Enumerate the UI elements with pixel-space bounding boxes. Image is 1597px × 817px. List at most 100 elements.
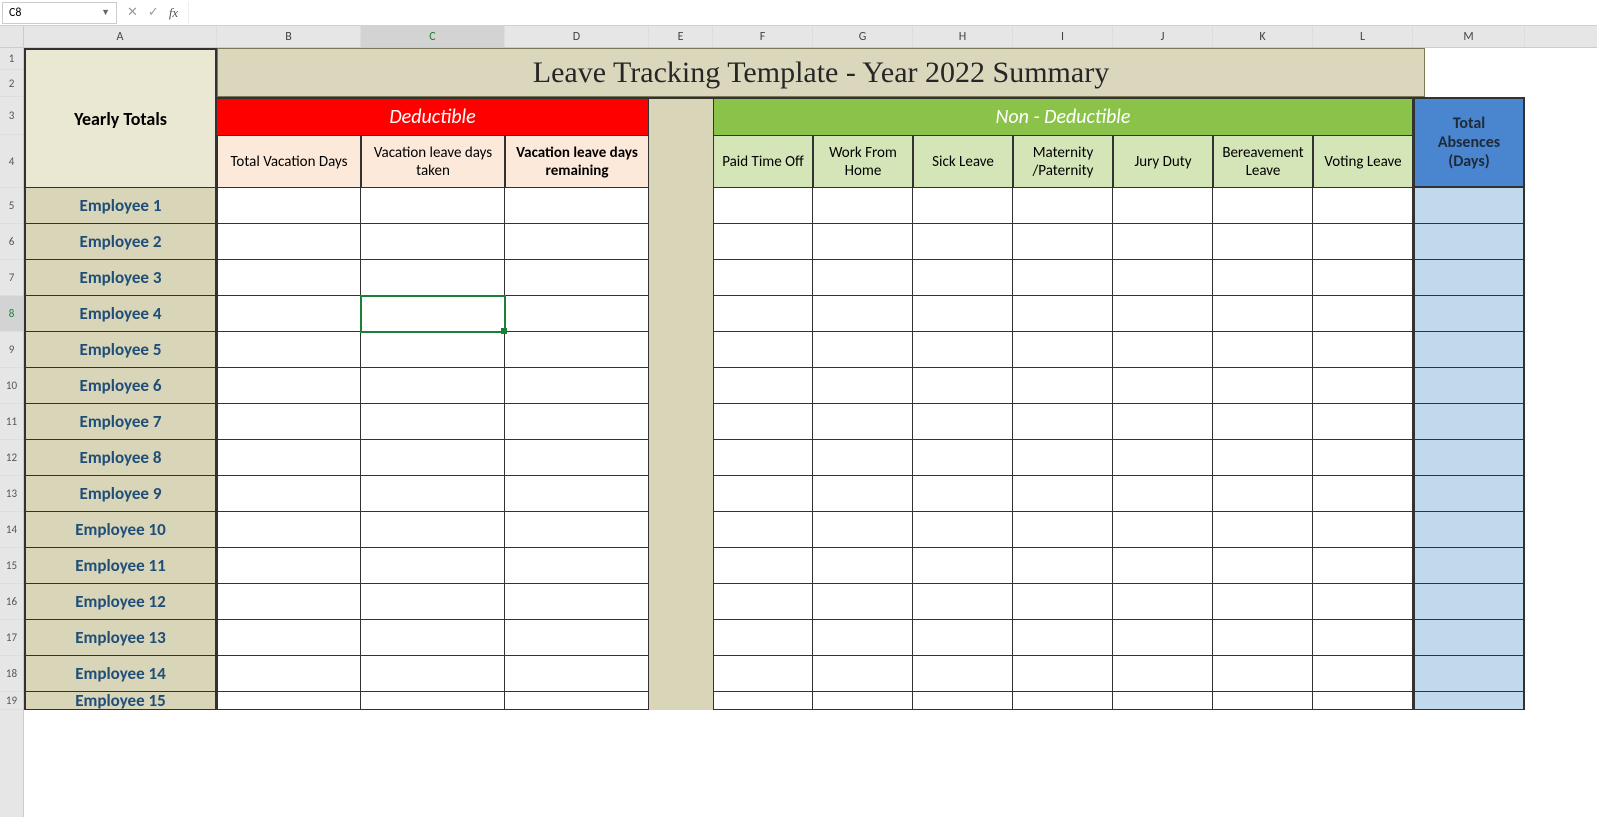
- cell[interactable]: [1113, 404, 1213, 440]
- fx-icon[interactable]: fx: [169, 5, 178, 21]
- cell[interactable]: [1213, 692, 1313, 710]
- total-cell[interactable]: [1413, 440, 1525, 476]
- employee-label[interactable]: Employee 4: [24, 296, 217, 332]
- cell[interactable]: [505, 332, 649, 368]
- row-header[interactable]: 14: [0, 512, 23, 548]
- cell[interactable]: [1013, 512, 1113, 548]
- cell[interactable]: [505, 512, 649, 548]
- total-cell[interactable]: [1413, 548, 1525, 584]
- employee-label[interactable]: Employee 7: [24, 404, 217, 440]
- total-cell[interactable]: [1413, 224, 1525, 260]
- cell[interactable]: [505, 260, 649, 296]
- cell[interactable]: [1313, 224, 1413, 260]
- cell[interactable]: [217, 656, 361, 692]
- cell[interactable]: [813, 188, 913, 224]
- cell[interactable]: [361, 440, 505, 476]
- cell[interactable]: [217, 548, 361, 584]
- cell[interactable]: [361, 296, 505, 332]
- cell[interactable]: [217, 332, 361, 368]
- cell[interactable]: [1313, 368, 1413, 404]
- employee-label[interactable]: Employee 3: [24, 260, 217, 296]
- cell[interactable]: [505, 476, 649, 512]
- col-header[interactable]: C: [361, 26, 505, 47]
- cell[interactable]: [713, 224, 813, 260]
- select-all-corner[interactable]: [0, 26, 23, 48]
- cell[interactable]: [361, 476, 505, 512]
- cell[interactable]: [361, 656, 505, 692]
- cell[interactable]: [813, 332, 913, 368]
- cell[interactable]: [1113, 332, 1213, 368]
- cell[interactable]: [1013, 368, 1113, 404]
- cell[interactable]: [1013, 656, 1113, 692]
- row-header[interactable]: 11: [0, 404, 23, 440]
- cell[interactable]: [1013, 620, 1113, 656]
- cell[interactable]: [1213, 404, 1313, 440]
- check-icon[interactable]: ✓: [148, 5, 159, 20]
- col-sick-leave[interactable]: Sick Leave: [913, 135, 1013, 188]
- employee-label[interactable]: Employee 5: [24, 332, 217, 368]
- cell[interactable]: [813, 368, 913, 404]
- col-jury-duty[interactable]: Jury Duty: [1113, 135, 1213, 188]
- total-cell[interactable]: [1413, 260, 1525, 296]
- cell[interactable]: [713, 332, 813, 368]
- cell[interactable]: [361, 404, 505, 440]
- cell[interactable]: [1113, 296, 1213, 332]
- total-cell[interactable]: [1413, 404, 1525, 440]
- cell[interactable]: [713, 440, 813, 476]
- cell[interactable]: [713, 404, 813, 440]
- row-header[interactable]: 13: [0, 476, 23, 512]
- chevron-down-icon[interactable]: ▼: [101, 7, 110, 18]
- cell[interactable]: [913, 332, 1013, 368]
- cell[interactable]: [505, 368, 649, 404]
- row-header[interactable]: 9: [0, 332, 23, 368]
- cell[interactable]: [813, 404, 913, 440]
- col-work-from-home[interactable]: Work From Home: [813, 135, 913, 188]
- cell[interactable]: [813, 692, 913, 710]
- row-header[interactable]: 2: [0, 70, 23, 97]
- row-header[interactable]: 18: [0, 656, 23, 692]
- cell[interactable]: [913, 188, 1013, 224]
- cell[interactable]: [1313, 584, 1413, 620]
- cell[interactable]: [505, 692, 649, 710]
- cell[interactable]: [505, 296, 649, 332]
- cell[interactable]: [1213, 260, 1313, 296]
- cell[interactable]: [505, 620, 649, 656]
- row-header[interactable]: 10: [0, 368, 23, 404]
- employee-label[interactable]: Employee 15: [24, 692, 217, 710]
- cell[interactable]: [913, 440, 1013, 476]
- row-header[interactable]: 19: [0, 692, 23, 710]
- cell[interactable]: [1213, 476, 1313, 512]
- cell[interactable]: [1213, 656, 1313, 692]
- cell[interactable]: [361, 224, 505, 260]
- cell[interactable]: [713, 584, 813, 620]
- page-title[interactable]: Leave Tracking Template - Year 2022 Summ…: [217, 48, 1425, 97]
- cell[interactable]: [1213, 368, 1313, 404]
- cell[interactable]: [1013, 188, 1113, 224]
- non-deductible-header[interactable]: Non - Deductible: [713, 97, 1413, 135]
- employee-label[interactable]: Employee 11: [24, 548, 217, 584]
- col-header[interactable]: B: [217, 26, 361, 47]
- cell[interactable]: [217, 440, 361, 476]
- col-vacation-days-taken[interactable]: Vacation leave days taken: [361, 135, 505, 188]
- cell[interactable]: [1313, 440, 1413, 476]
- cell[interactable]: [217, 692, 361, 710]
- total-cell[interactable]: [1413, 332, 1525, 368]
- cell[interactable]: [505, 224, 649, 260]
- total-cell[interactable]: [1413, 368, 1525, 404]
- cell[interactable]: [217, 404, 361, 440]
- cell[interactable]: [505, 584, 649, 620]
- col-header[interactable]: M: [1413, 26, 1525, 47]
- cell[interactable]: [1113, 368, 1213, 404]
- col-header[interactable]: D: [505, 26, 649, 47]
- cell[interactable]: [217, 368, 361, 404]
- row-header[interactable]: 4: [0, 135, 23, 188]
- cell[interactable]: [505, 656, 649, 692]
- cell[interactable]: [813, 656, 913, 692]
- cell[interactable]: [813, 548, 913, 584]
- cell[interactable]: [1313, 656, 1413, 692]
- employee-label[interactable]: Employee 2: [24, 224, 217, 260]
- col-maternity-paternity[interactable]: Maternity /Paternity: [1013, 135, 1113, 188]
- cell[interactable]: [913, 260, 1013, 296]
- cell[interactable]: [217, 476, 361, 512]
- col-header[interactable]: E: [649, 26, 713, 47]
